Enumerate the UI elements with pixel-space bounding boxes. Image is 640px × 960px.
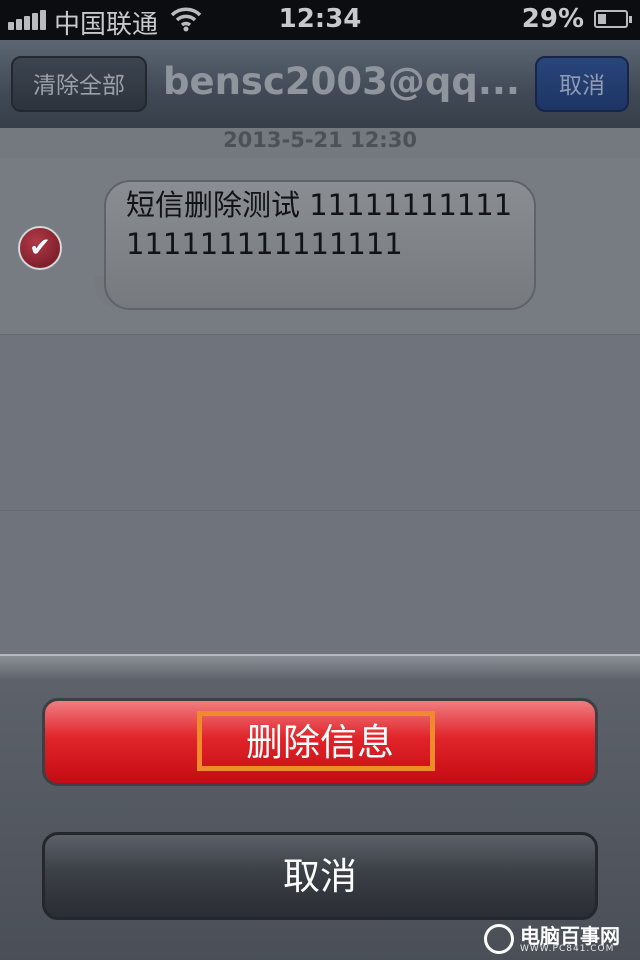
cancel-edit-button[interactable]: 取消: [535, 56, 629, 112]
delete-message-button[interactable]: 删除信息: [42, 698, 598, 786]
message-timestamp: 2013-5-21 12:30: [0, 128, 640, 158]
message-bubble[interactable]: 短信删除测试 11111111111111111111111111: [104, 180, 536, 310]
action-sheet: 删除信息 取消 电脑百事网 WWW.PC841.COM: [0, 654, 640, 960]
selected-check-icon[interactable]: ✔: [18, 226, 62, 270]
highlight-box: [197, 711, 435, 771]
empty-row: [0, 334, 640, 511]
status-bar: 中国联通 12:34 29%: [0, 0, 640, 40]
battery-fill: [598, 14, 606, 24]
watermark-url: WWW.PC841.COM: [520, 944, 615, 954]
watermark-logo-icon: [484, 924, 514, 954]
message-row[interactable]: ✔ 短信删除测试 11111111111111111111111111: [0, 158, 640, 335]
nav-bar: 清除全部 bensc2003@qq.... 取消: [0, 40, 640, 130]
conversation-title: bensc2003@qq....: [163, 60, 523, 103]
empty-row: [0, 510, 640, 654]
message-text: 短信删除测试 11111111111111111111111111: [126, 188, 513, 261]
battery-percent: 29%: [521, 4, 584, 34]
clear-all-button[interactable]: 清除全部: [11, 56, 147, 112]
watermark: 电脑百事网 WWW.PC841.COM: [484, 918, 634, 958]
cancel-button[interactable]: 取消: [42, 832, 598, 920]
battery-icon: [594, 10, 632, 28]
